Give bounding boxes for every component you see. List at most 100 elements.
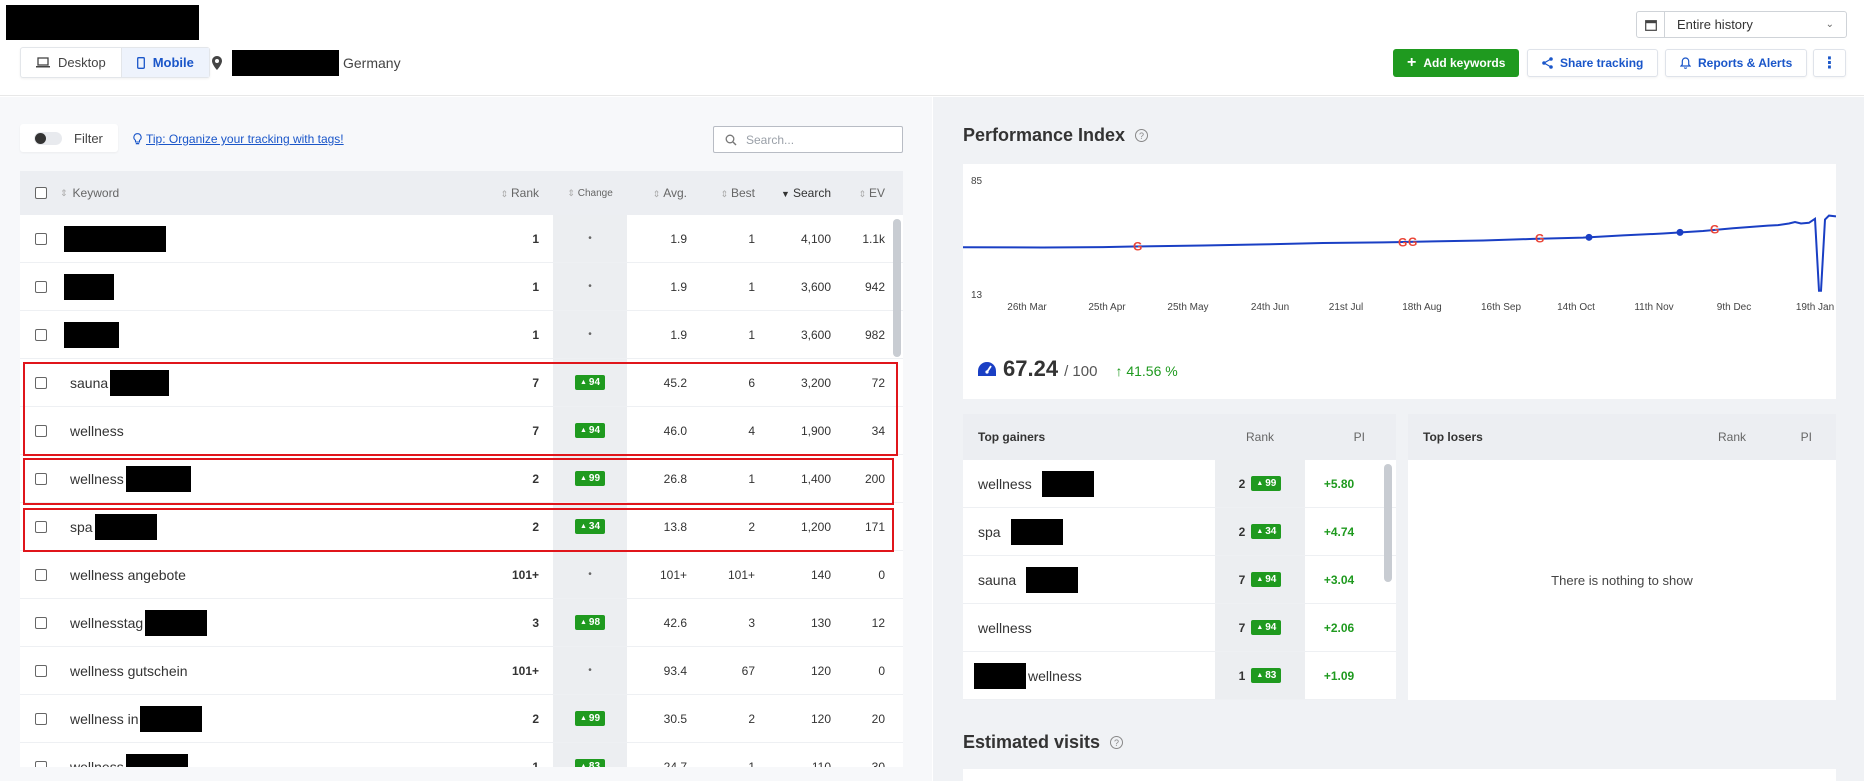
gainer-row[interactable]: sauna 7 ▲ 94 +3.04 [963, 556, 1396, 604]
col-search[interactable]: ▼ Search [755, 186, 831, 200]
reports-alerts-button[interactable]: Reports & Alerts [1665, 49, 1808, 77]
table-row[interactable]: wellness angebote 101+ • 101+ 101+ 140 0 [20, 551, 903, 599]
gainer-pi: +1.09 [1323, 668, 1355, 683]
best-cell: 1 [748, 759, 755, 768]
table-row[interactable]: 1 • 1.9 1 3,600 942 [20, 263, 903, 311]
table-row[interactable]: wellness 1 ▲ 83 24.7 1 110 30 [20, 743, 903, 767]
google-update-marker: G [1408, 235, 1417, 249]
score-change-value: 41.56 % [1126, 363, 1178, 379]
table-row[interactable]: wellnesstag 3 ▲ 98 42.6 3 130 12 [20, 599, 903, 647]
gainers-scrollbar[interactable] [1384, 464, 1392, 582]
row-checkbox[interactable] [35, 280, 47, 293]
top-gainers-col-pi: PI [1353, 430, 1365, 444]
row-checkbox[interactable] [35, 760, 47, 767]
col-best[interactable]: ⇕ Best [687, 186, 755, 200]
sort-icon: ⇕ [500, 189, 508, 199]
col-rank-label: Rank [510, 186, 539, 200]
change-cell: • [553, 263, 627, 310]
keyword-redacted [145, 609, 208, 636]
keyword-cell[interactable] [60, 225, 400, 252]
table-scrollbar[interactable] [893, 219, 901, 357]
search-input[interactable] [746, 132, 886, 147]
sort-icon: ⇕ [858, 189, 866, 199]
location[interactable]: Germany [212, 47, 401, 78]
gainer-rank: 1 [1238, 668, 1246, 683]
share-icon [1542, 57, 1553, 69]
gainer-rank-cell: 7 ▲ 94 [1215, 604, 1305, 651]
add-keywords-button[interactable]: + Add keywords [1393, 49, 1520, 77]
gainer-keyword-cell[interactable]: spa [963, 518, 1215, 545]
ev-cell: 0 [878, 567, 885, 582]
gainer-row[interactable]: wellness 2 ▲ 99 +5.80 [963, 460, 1396, 508]
tip-link[interactable]: Tip: Organize your tracking with tags! [133, 132, 344, 146]
keywords-panel: Filter Tip: Organize your tracking with … [0, 97, 932, 781]
keyword-cell[interactable]: wellnesstag [60, 609, 400, 636]
change-badge: ▲ 83 [574, 759, 606, 767]
row-checkbox[interactable] [35, 616, 47, 629]
search-box[interactable] [713, 126, 903, 153]
arrow-up-icon: ▲ [1256, 480, 1264, 487]
keyword-text: wellnesstag [70, 614, 144, 631]
rank-cell: 1 [532, 327, 539, 342]
gainer-row[interactable]: wellness 1 ▲ 83 +1.09 [963, 652, 1396, 700]
row-checkbox[interactable] [35, 664, 47, 677]
x-axis-tick-label: 11th Nov [1634, 302, 1673, 313]
row-checkbox[interactable] [35, 712, 47, 725]
col-change[interactable]: ⇕ Change [553, 171, 627, 215]
share-tracking-button[interactable]: Share tracking [1527, 49, 1659, 77]
change-badge-value: 94 [1265, 622, 1277, 633]
change-badge-value: 83 [588, 761, 601, 767]
keyword-cell[interactable]: wellness in [60, 705, 400, 732]
gainer-keyword-cell[interactable]: wellness [963, 662, 1215, 689]
keyword-cell[interactable] [60, 321, 400, 348]
device-desktop-button[interactable]: Desktop [21, 48, 121, 77]
keyword-cell[interactable]: wellness gutschein [60, 663, 400, 679]
table-row[interactable]: wellness gutschein 101+ • 93.4 67 120 0 [20, 647, 903, 695]
col-ev[interactable]: ⇕ EV [831, 186, 885, 200]
top-losers-col-pi: PI [1800, 430, 1812, 444]
toggle-switch[interactable] [34, 131, 62, 145]
gainer-keyword-cell[interactable]: wellness [963, 470, 1215, 497]
gainer-keyword-cell[interactable]: sauna [963, 566, 1215, 593]
col-keyword-label: Keyword [72, 186, 120, 200]
select-all-checkbox[interactable] [35, 187, 47, 199]
gainer-row[interactable]: wellness 7 ▲ 94 +2.06 [963, 604, 1396, 652]
performance-chart[interactable]: 85 13 26th Mar 25th Apr 25th May 24th Jun 21st… [963, 164, 1836, 342]
avg-cell: 30.5 [663, 711, 687, 726]
filter-toggle[interactable]: Filter [20, 124, 118, 152]
gainer-keyword-cell[interactable]: wellness [963, 620, 1215, 636]
help-icon[interactable]: ? [1110, 736, 1124, 749]
row-checkbox[interactable] [35, 328, 47, 341]
google-update-marker: G [1535, 232, 1544, 246]
gainer-rank: 7 [1238, 572, 1246, 587]
gainer-row[interactable]: spa 2 ▲ 34 +4.74 [963, 508, 1396, 556]
keyword-cell[interactable]: wellness angebote [60, 567, 400, 583]
performance-line [963, 214, 1836, 292]
more-options-button[interactable]: ⋮ [1813, 49, 1846, 77]
rank-cell: 1 [532, 279, 539, 294]
calendar-icon [1637, 12, 1665, 37]
keyword-cell[interactable] [60, 273, 400, 300]
col-rank[interactable]: ⇕ Rank [400, 186, 553, 200]
col-best-label: Best [730, 186, 755, 200]
table-row[interactable]: 1 • 1.9 1 4,100 1.1k [20, 215, 903, 263]
change-badge-value: 99 [1265, 478, 1277, 489]
help-icon[interactable]: ? [1135, 129, 1149, 142]
rank-cell: 1 [532, 231, 539, 246]
reports-alerts-label: Reports & Alerts [1698, 56, 1793, 70]
col-keyword[interactable]: ⇕ Keyword [60, 186, 400, 200]
change-cell: • [553, 647, 627, 694]
select-all-checkbox-cell [20, 187, 60, 199]
date-range-select[interactable]: Entire history ⌄ [1636, 11, 1847, 38]
keyword-redacted [64, 273, 114, 300]
table-row[interactable]: 1 • 1.9 1 3,600 982 [20, 311, 903, 359]
device-mobile-button[interactable]: Mobile [120, 48, 209, 77]
avg-cell: 1.9 [670, 231, 687, 246]
keyword-cell[interactable]: wellness [60, 753, 400, 767]
row-checkbox[interactable] [35, 568, 47, 581]
avg-cell: 1.9 [670, 327, 687, 342]
col-avg[interactable]: ⇕ Avg. [627, 186, 687, 200]
search-cell: 3,600 [800, 279, 831, 294]
row-checkbox[interactable] [35, 232, 47, 245]
table-row[interactable]: wellness in 2 ▲ 99 30.5 2 120 20 [20, 695, 903, 743]
